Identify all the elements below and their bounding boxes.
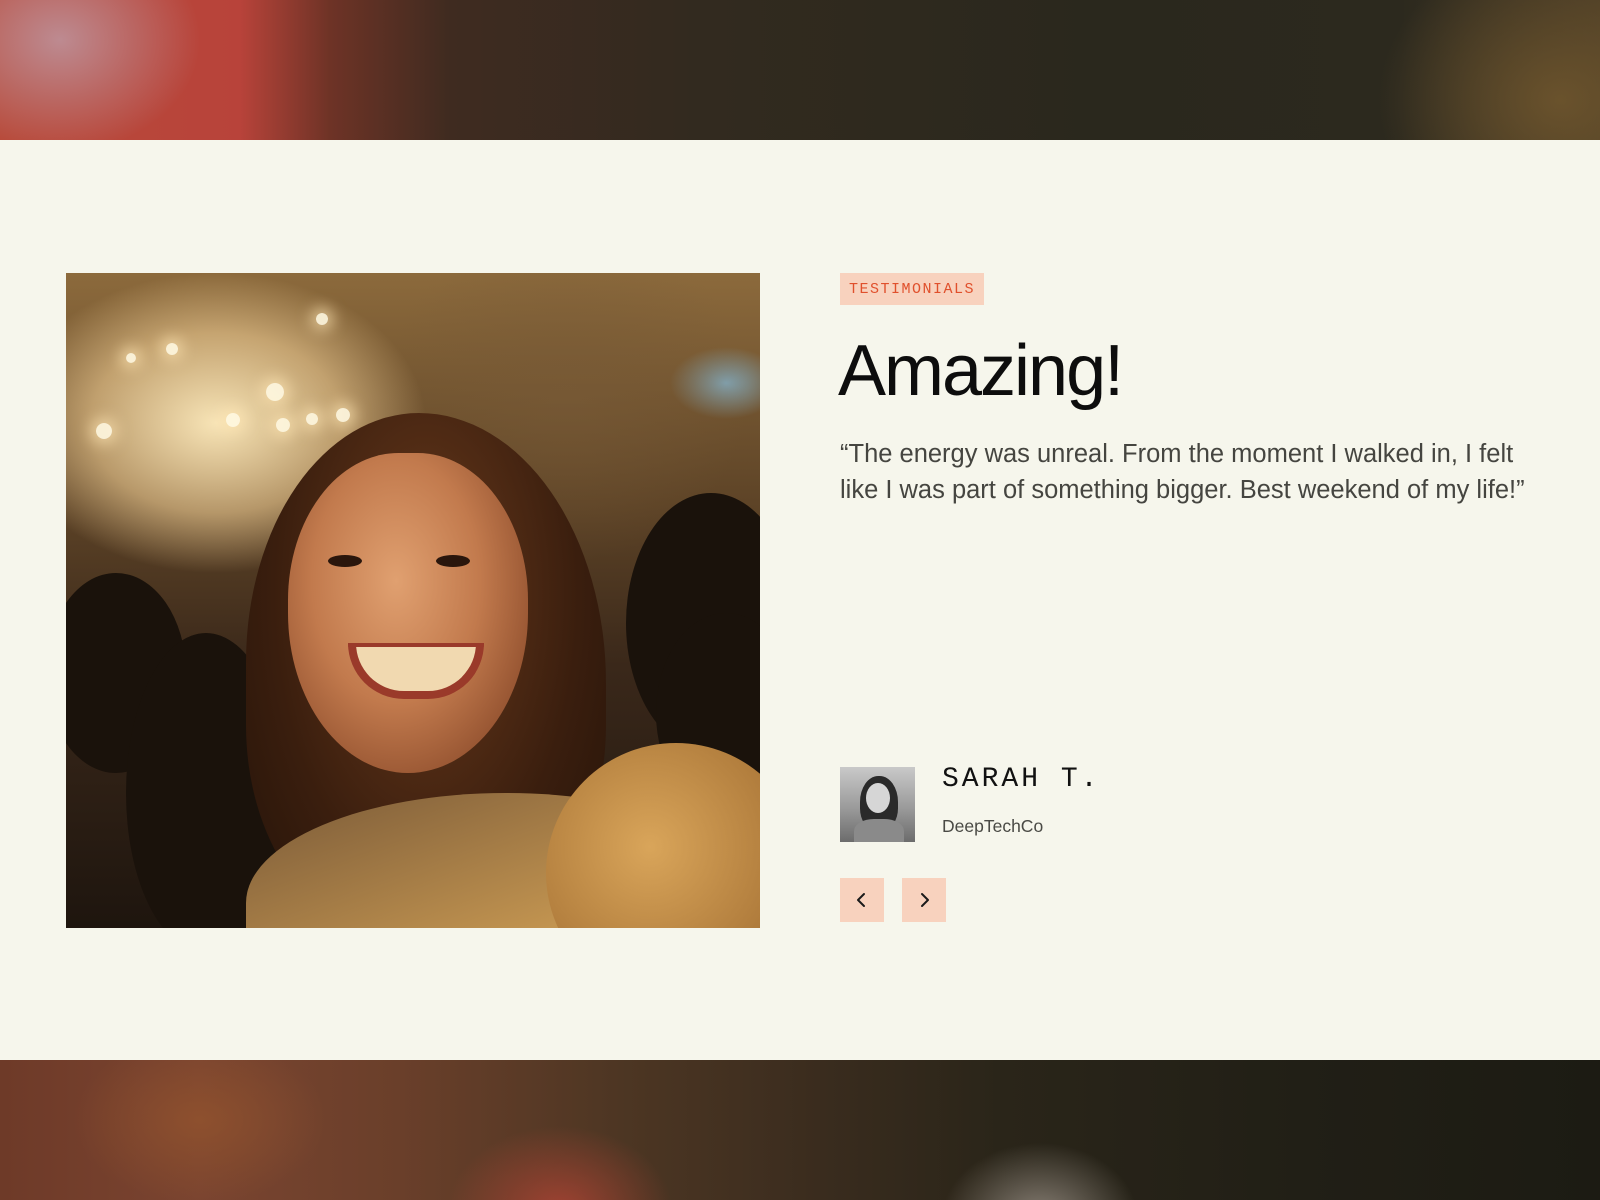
author-avatar [840, 767, 915, 842]
chevron-right-icon [917, 892, 931, 908]
top-background-photo [0, 0, 1600, 140]
chevron-left-icon [855, 892, 869, 908]
testimonial-heading: Amazing! [838, 331, 1124, 411]
previous-testimonial-button[interactable] [840, 878, 884, 922]
bottom-background-photo [0, 1060, 1600, 1200]
testimonial-photo [66, 273, 760, 928]
author-company: DeepTechCo [942, 816, 1044, 836]
testimonial-section: TESTIMONIALS Amazing! “The energy was un… [0, 140, 1600, 1060]
testimonials-tag: TESTIMONIALS [840, 273, 985, 305]
author-name: SARAH T. [942, 764, 1101, 795]
testimonial-quote: “The energy was unreal. From the moment … [840, 440, 1525, 504]
next-testimonial-button[interactable] [902, 878, 946, 922]
